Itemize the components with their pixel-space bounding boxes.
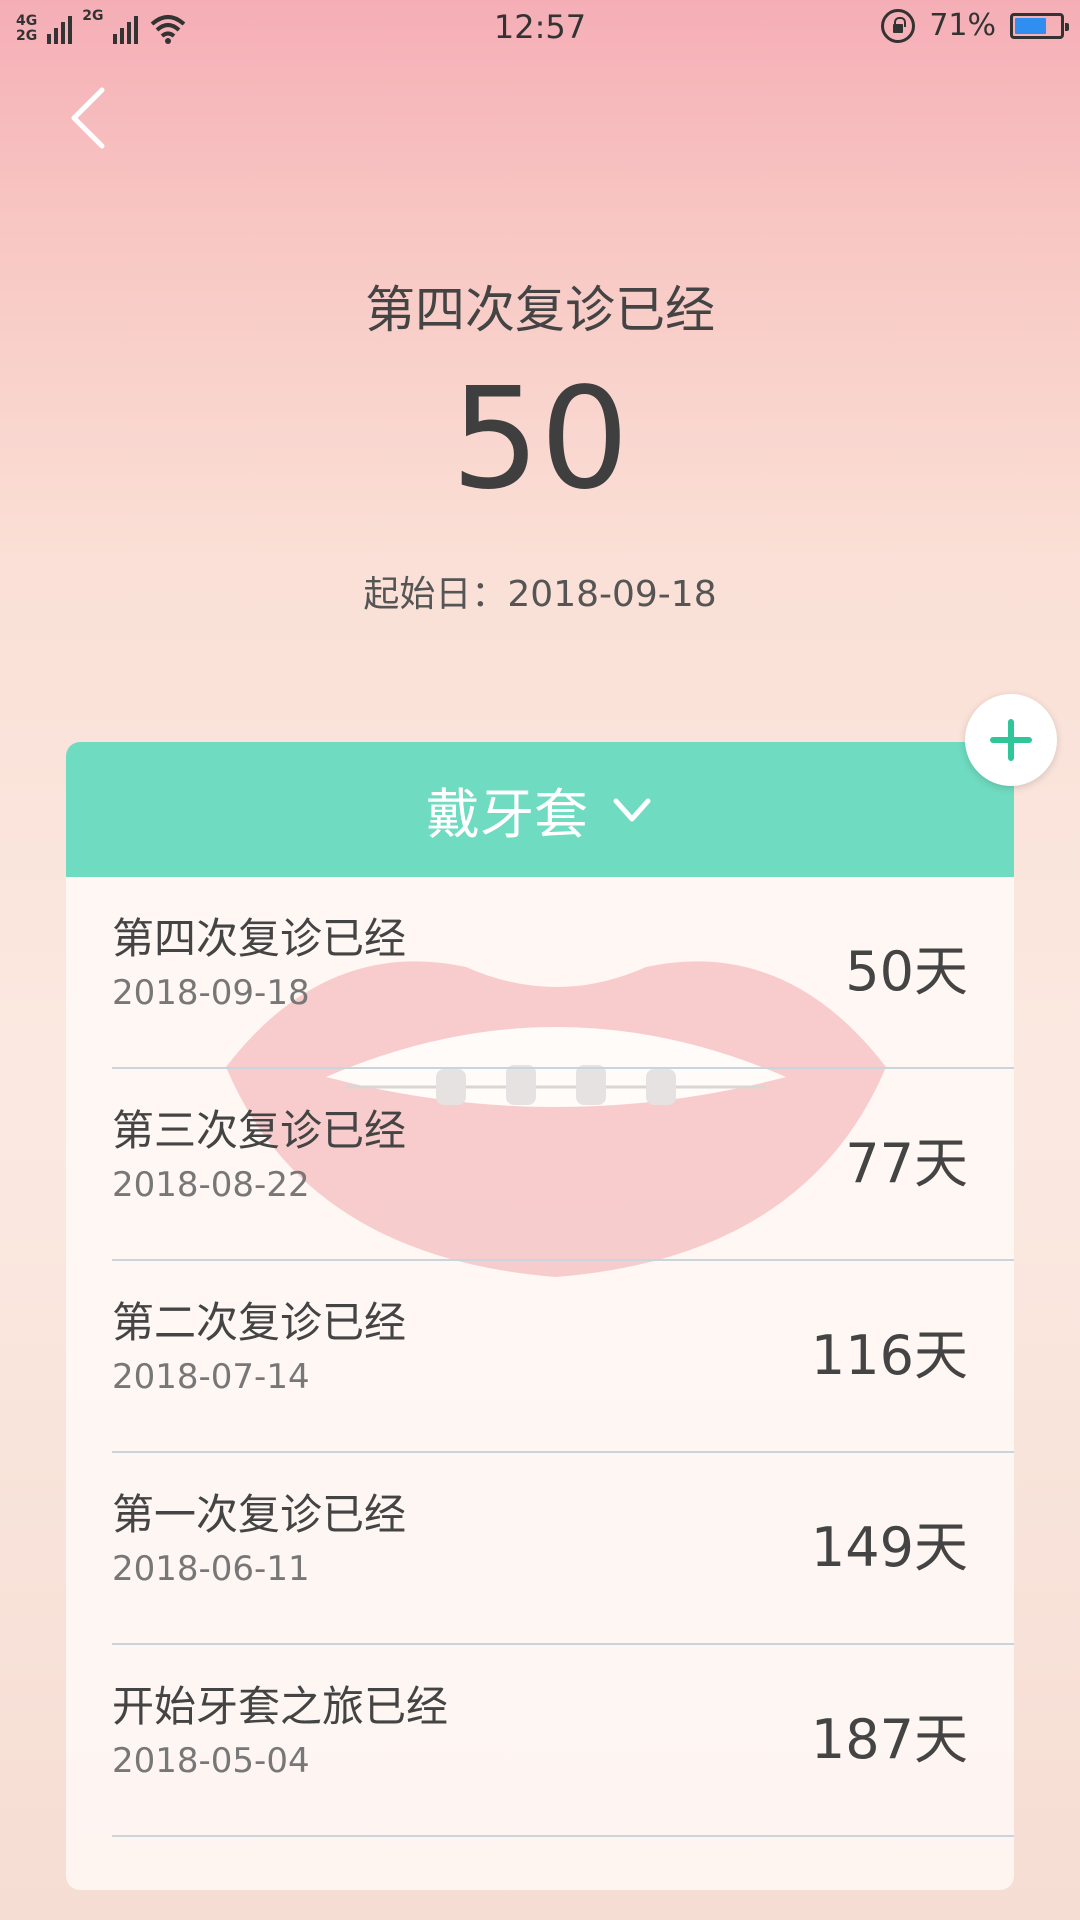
item-date: 2018-05-04 [112,1741,310,1781]
list-item[interactable]: 第三次复诊已经 2018-08-22 77天 [112,1069,1014,1261]
day-counter: 50 [450,358,630,521]
plus-icon [990,719,1032,761]
item-days: 50天 [845,940,968,1003]
battery-percent: 71% [929,8,996,43]
item-date: 2018-08-22 [112,1165,310,1205]
rotation-lock-icon [881,8,916,43]
item-days: 187天 [810,1708,968,1771]
item-title: 开始牙套之旅已经 [112,1682,449,1731]
chevron-down-icon [613,798,651,821]
back-button[interactable] [60,80,120,160]
item-title: 第三次复诊已经 [112,1106,407,1155]
start-date: 起始日：2018-09-18 [363,574,717,615]
item-date: 2018-07-14 [112,1357,310,1397]
item-days: 116天 [810,1324,968,1387]
records-card: 戴牙套 第四次复诊已经 2018-09-18 50天 第三次复诊已经 2018-… [66,742,1014,1890]
item-date: 2018-09-18 [112,973,310,1013]
item-days: 77天 [845,1132,968,1195]
item-title: 第二次复诊已经 [112,1298,407,1347]
status-bar: 4G 2G 2G 12:57 71% [0,0,1080,56]
item-days: 149天 [810,1516,968,1579]
item-date: 2018-06-11 [112,1549,310,1589]
battery-icon [1010,12,1069,39]
item-title: 第四次复诊已经 [112,914,407,963]
back-chevron-icon [71,87,105,149]
add-button[interactable] [965,694,1057,786]
records-list: 第四次复诊已经 2018-09-18 50天 第三次复诊已经 2018-08-2… [66,877,1014,1837]
item-title: 第一次复诊已经 [112,1490,407,1539]
page-title: 第四次复诊已经 [365,281,715,339]
list-item[interactable]: 开始牙套之旅已经 2018-05-04 187天 [112,1645,1014,1837]
category-label: 戴牙套 [426,783,588,846]
category-dropdown[interactable]: 戴牙套 [66,742,1014,877]
battery-level [1015,17,1047,34]
list-item[interactable]: 第一次复诊已经 2018-06-11 149天 [112,1453,1014,1645]
list-item[interactable]: 第二次复诊已经 2018-07-14 116天 [112,1261,1014,1453]
list-item[interactable]: 第四次复诊已经 2018-09-18 50天 [112,877,1014,1069]
